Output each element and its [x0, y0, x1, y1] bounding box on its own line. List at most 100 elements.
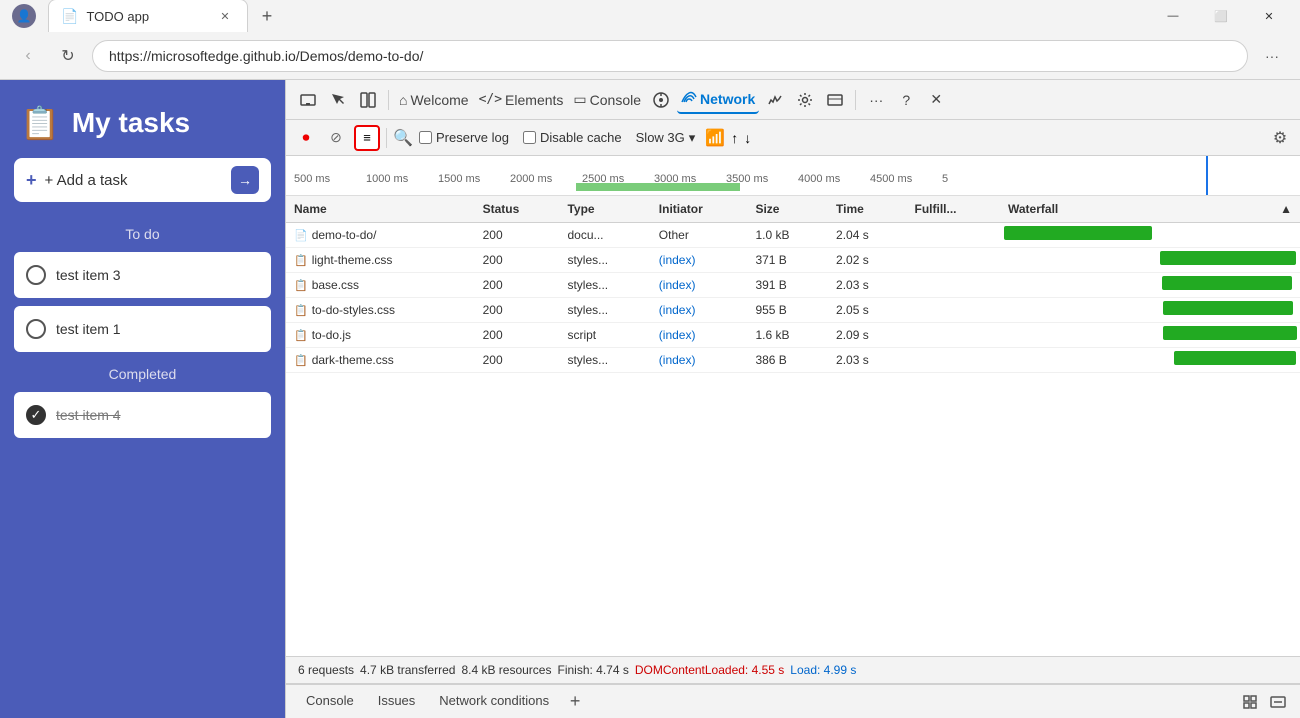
- close-button[interactable]: ✕: [1246, 0, 1292, 32]
- col-type[interactable]: Type: [559, 196, 650, 223]
- col-fulfill[interactable]: Fulfill...: [907, 196, 1001, 223]
- bottom-icon-1[interactable]: [1236, 688, 1264, 716]
- row-waterfall: [1000, 348, 1300, 373]
- row-time: 2.03 s: [828, 273, 906, 298]
- row-status: 200: [475, 273, 560, 298]
- filter-button[interactable]: ≡: [354, 125, 380, 151]
- record-button[interactable]: ⏺: [294, 126, 318, 150]
- table-row[interactable]: 📋light-theme.css 200 styles... (index) 3…: [286, 248, 1300, 273]
- download-icon: ↓: [744, 130, 751, 146]
- tab-welcome[interactable]: ⌂ Welcome: [395, 86, 473, 114]
- preserve-log-input[interactable]: [419, 131, 432, 144]
- row-status: 200: [475, 248, 560, 273]
- tab-application-icon[interactable]: [821, 86, 849, 114]
- tab-close-button[interactable]: ✕: [215, 7, 235, 27]
- tab-title: TODO app: [86, 9, 207, 24]
- welcome-label: Welcome: [410, 92, 468, 108]
- devtools-toolbar: ⌂ Welcome </> Elements ▭ Console: [286, 80, 1300, 120]
- initiator-link[interactable]: (index): [659, 253, 696, 267]
- dom-content-loaded-time: DOMContentLoaded: 4.55 s: [635, 663, 784, 677]
- bottom-tab-issues[interactable]: Issues: [366, 685, 428, 718]
- bottom-tab-network-conditions[interactable]: Network conditions: [427, 685, 561, 718]
- help-button[interactable]: ?: [892, 86, 920, 114]
- new-tab-button[interactable]: +: [252, 0, 282, 34]
- disable-cache-checkbox[interactable]: Disable cache: [523, 130, 622, 145]
- throttle-selector[interactable]: Slow 3G ▾: [636, 130, 696, 146]
- task-item-3[interactable]: test item 3: [14, 252, 271, 298]
- user-avatar-area[interactable]: 👤: [8, 0, 40, 32]
- add-task-bar[interactable]: + + Add a task →: [14, 158, 271, 202]
- address-input[interactable]: [92, 40, 1248, 72]
- row-type: styles...: [559, 348, 650, 373]
- row-initiator: (index): [651, 273, 748, 298]
- disable-cache-input[interactable]: [523, 131, 536, 144]
- reload-button[interactable]: ↻: [52, 40, 84, 72]
- table-row[interactable]: 📋to-do.js 200 script (index) 1.6 kB 2.09…: [286, 323, 1300, 348]
- table-row[interactable]: 📋base.css 200 styles... (index) 391 B 2.…: [286, 273, 1300, 298]
- tab-performance-icon[interactable]: [761, 86, 789, 114]
- title-bar: 👤 📄 TODO app ✕ + — ⬜ ✕: [0, 0, 1300, 32]
- task-checkbox-4[interactable]: ✓: [26, 405, 46, 425]
- row-name: 📋base.css: [286, 273, 475, 298]
- row-name: 📋light-theme.css: [286, 248, 475, 273]
- task-checkbox-3[interactable]: [26, 265, 46, 285]
- console-icon: ▭: [573, 91, 586, 108]
- device-toggle-button[interactable]: [294, 86, 322, 114]
- browser-menu-button[interactable]: ···: [1256, 40, 1288, 72]
- col-time[interactable]: Time: [828, 196, 906, 223]
- tab-console[interactable]: ▭ Console: [569, 86, 645, 114]
- table-row[interactable]: 📄demo-to-do/ 200 docu... Other 1.0 kB 2.…: [286, 223, 1300, 248]
- table-row[interactable]: 📋dark-theme.css 200 styles... (index) 38…: [286, 348, 1300, 373]
- bottom-tab-add-button[interactable]: +: [561, 688, 589, 716]
- table-header-row: Name Status Type Initiator Size Time Ful…: [286, 196, 1300, 223]
- maximize-button[interactable]: ⬜: [1198, 0, 1244, 32]
- table-row[interactable]: 📋to-do-styles.css 200 styles... (index) …: [286, 298, 1300, 323]
- ruler-3: 2000 ms: [510, 173, 582, 185]
- row-time: 2.04 s: [828, 223, 906, 248]
- bottom-tab-console[interactable]: Console: [294, 685, 366, 718]
- tab-network[interactable]: Network: [677, 86, 759, 114]
- col-initiator[interactable]: Initiator: [651, 196, 748, 223]
- tab-settings-icon[interactable]: [791, 86, 819, 114]
- initiator-link[interactable]: (index): [659, 353, 696, 367]
- task-checkbox-1[interactable]: [26, 319, 46, 339]
- add-task-arrow-button[interactable]: →: [231, 166, 259, 194]
- inspect-button[interactable]: [324, 86, 352, 114]
- search-icon[interactable]: 🔍: [393, 128, 413, 148]
- address-bar: ‹ ↻ ···: [0, 32, 1300, 80]
- waterfall-bar: [1174, 351, 1296, 365]
- initiator-link[interactable]: (index): [659, 328, 696, 342]
- task-item-1[interactable]: test item 1: [14, 306, 271, 352]
- devtools-close-button[interactable]: ✕: [922, 86, 950, 114]
- col-waterfall[interactable]: Waterfall ▲: [1000, 196, 1300, 223]
- ruler-1: 1000 ms: [366, 173, 438, 185]
- row-fulfill: [907, 273, 1001, 298]
- task-item-4[interactable]: ✓ test item 4: [14, 392, 271, 438]
- row-css-icon: 📋: [294, 280, 308, 292]
- initiator-link[interactable]: (index): [659, 303, 696, 317]
- waterfall-bar: [1163, 326, 1297, 340]
- row-fulfill: [907, 323, 1001, 348]
- initiator-link[interactable]: (index): [659, 278, 696, 292]
- row-initiator: (index): [651, 348, 748, 373]
- tab-elements[interactable]: </> Elements: [475, 86, 568, 114]
- browser-tab-active[interactable]: 📄 TODO app ✕: [48, 0, 248, 34]
- elements-icon: </>: [479, 92, 502, 107]
- row-name: 📋to-do-styles.css: [286, 298, 475, 323]
- add-task-text: + Add a task: [45, 172, 223, 189]
- panel-layout-button[interactable]: [354, 86, 382, 114]
- col-size[interactable]: Size: [747, 196, 828, 223]
- row-status: 200: [475, 348, 560, 373]
- completed-section-label: Completed: [0, 356, 285, 388]
- col-status[interactable]: Status: [475, 196, 560, 223]
- col-name[interactable]: Name: [286, 196, 475, 223]
- back-button[interactable]: ‹: [12, 40, 44, 72]
- preserve-log-checkbox[interactable]: Preserve log: [419, 130, 509, 145]
- clear-button[interactable]: ⊘: [324, 126, 348, 150]
- more-tools-button[interactable]: ···: [862, 86, 890, 114]
- network-settings-icon[interactable]: ⚙: [1268, 126, 1292, 150]
- bottom-icon-2[interactable]: [1264, 688, 1292, 716]
- row-name: 📋dark-theme.css: [286, 348, 475, 373]
- minimize-button[interactable]: —: [1150, 0, 1196, 32]
- tab-sources-icon[interactable]: [647, 86, 675, 114]
